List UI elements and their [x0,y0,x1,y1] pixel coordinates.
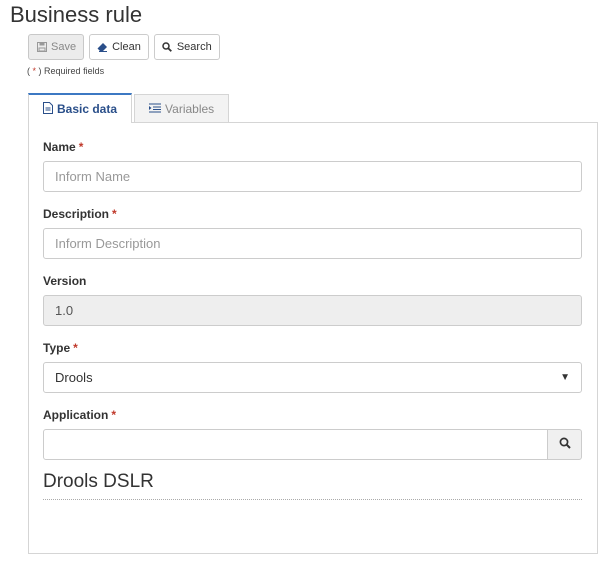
search-icon [559,436,571,454]
eraser-icon [97,42,108,53]
version-field: 1.0 [43,295,582,326]
search-button[interactable]: Search [153,34,220,60]
page-title: Business rule [10,2,143,27]
tab-bar: Basic data Variables [28,93,230,123]
application-label: Application * [43,408,117,422]
version-label: Version [43,274,87,288]
application-input[interactable] [43,429,548,460]
description-input[interactable]: Inform Description [43,228,582,259]
save-button[interactable]: Save [28,34,85,60]
list-indent-icon [149,102,162,116]
name-label: Name * [43,140,84,154]
section-title-drools-dslr: Drools DSLR [43,471,582,500]
save-button-label: Save [51,41,77,53]
required-fields-note: ( * ) Required fields [27,66,105,76]
clean-button-label: Clean [112,41,141,53]
tab-basic-data-label: Basic data [57,102,118,116]
description-label: Description * [43,207,117,221]
caret-down-icon: ▼ [560,372,570,383]
type-select[interactable]: Drools ▼ [43,362,582,393]
name-input[interactable]: Inform Name [43,161,582,192]
basic-data-panel: Name * Inform Name Description * Inform De… [28,122,598,554]
document-icon [43,101,53,117]
tab-variables-label: Variables [165,102,215,116]
search-icon [162,42,173,53]
toolbar: Save Clean Search [28,34,220,60]
tab-variables[interactable]: Variables [134,94,230,123]
tab-basic-data[interactable]: Basic data [28,93,133,123]
application-search-button[interactable] [547,429,582,460]
floppy-disk-icon [36,42,47,53]
search-button-label: Search [176,41,212,53]
type-label: Type * [43,341,78,355]
clean-button[interactable]: Clean [89,34,149,60]
